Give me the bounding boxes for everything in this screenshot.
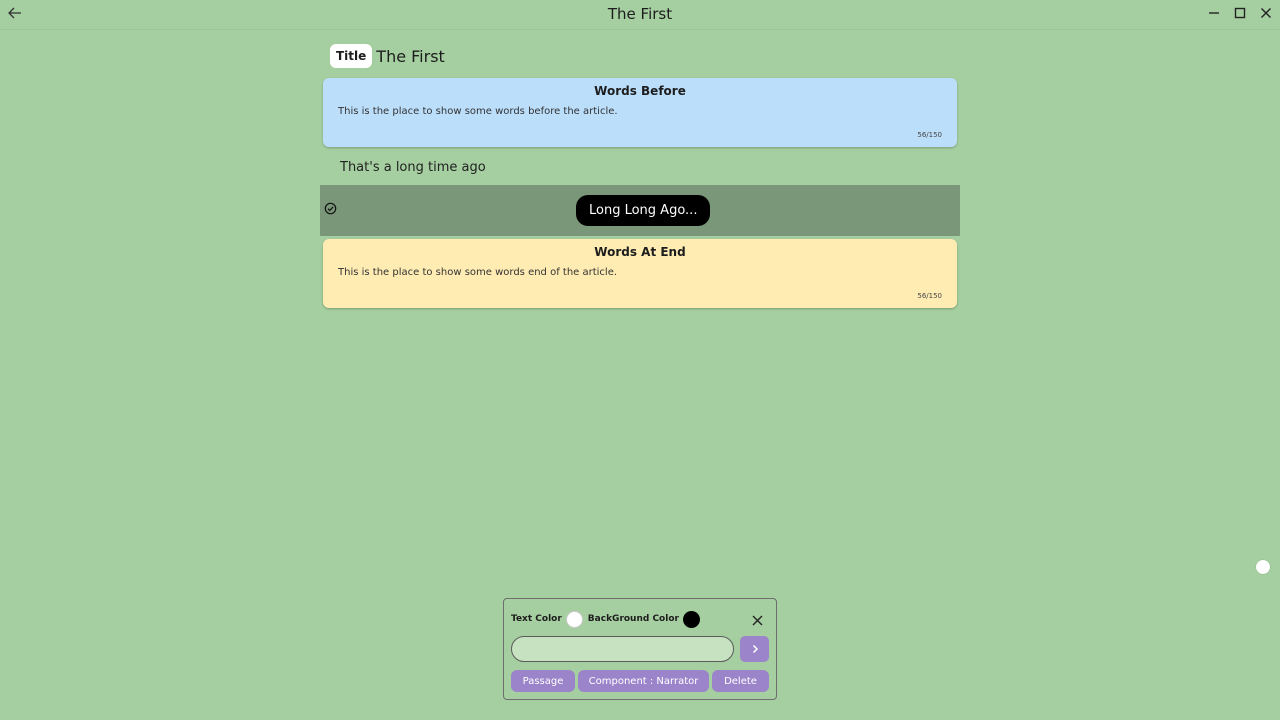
char-count: 56/150	[917, 131, 942, 139]
maximize-icon	[1234, 7, 1246, 19]
words-at-end-card[interactable]: Words At End This is the place to show s…	[323, 239, 957, 308]
editor-panel: Text Color BackGround Color Passage Comp…	[503, 598, 777, 700]
background-color-swatch[interactable]	[682, 610, 700, 628]
next-button[interactable]	[740, 636, 769, 662]
minimize-icon	[1209, 12, 1219, 14]
close-panel-button[interactable]	[751, 612, 764, 626]
narrator-bubble[interactable]: Long Long Ago...	[576, 195, 711, 226]
passage-text[interactable]: That's a long time ago	[340, 160, 486, 175]
title-row: Title The First	[330, 44, 445, 68]
passage-button[interactable]: Passage	[511, 670, 575, 692]
card-title: Words Before	[594, 84, 686, 98]
close-window-button[interactable]	[1256, 4, 1276, 22]
article-title[interactable]: The First	[376, 47, 445, 66]
title-bar: The First	[0, 0, 1280, 30]
char-count: 56/150	[917, 292, 942, 300]
selected-dialogue-row[interactable]: Long Long Ago...	[320, 185, 960, 236]
window-title: The First	[607, 5, 673, 23]
text-color-label: Text Color	[511, 614, 562, 624]
card-body: This is the place to show some words end…	[338, 267, 618, 278]
check-circle-icon	[324, 202, 337, 215]
words-before-card[interactable]: Words Before This is the place to show s…	[323, 78, 957, 147]
dialogue-input[interactable]	[511, 636, 734, 662]
app-window: The First Title The First Words Before T…	[0, 0, 1280, 720]
close-icon	[1261, 8, 1271, 18]
text-color-swatch[interactable]	[565, 610, 583, 628]
card-body: This is the place to show some words bef…	[338, 106, 618, 117]
scroll-handle[interactable]	[1256, 560, 1270, 574]
card-title: Words At End	[594, 245, 686, 259]
background-color-label: BackGround Color	[587, 614, 679, 624]
close-icon	[752, 615, 763, 626]
color-row: Text Color BackGround Color	[511, 610, 705, 628]
title-chip[interactable]: Title	[330, 44, 373, 68]
component-button[interactable]: Component : Narrator	[578, 670, 709, 692]
minimize-button[interactable]	[1204, 4, 1224, 22]
chevron-right-icon	[752, 644, 758, 654]
delete-button[interactable]: Delete	[712, 670, 769, 692]
maximize-button[interactable]	[1230, 4, 1250, 22]
